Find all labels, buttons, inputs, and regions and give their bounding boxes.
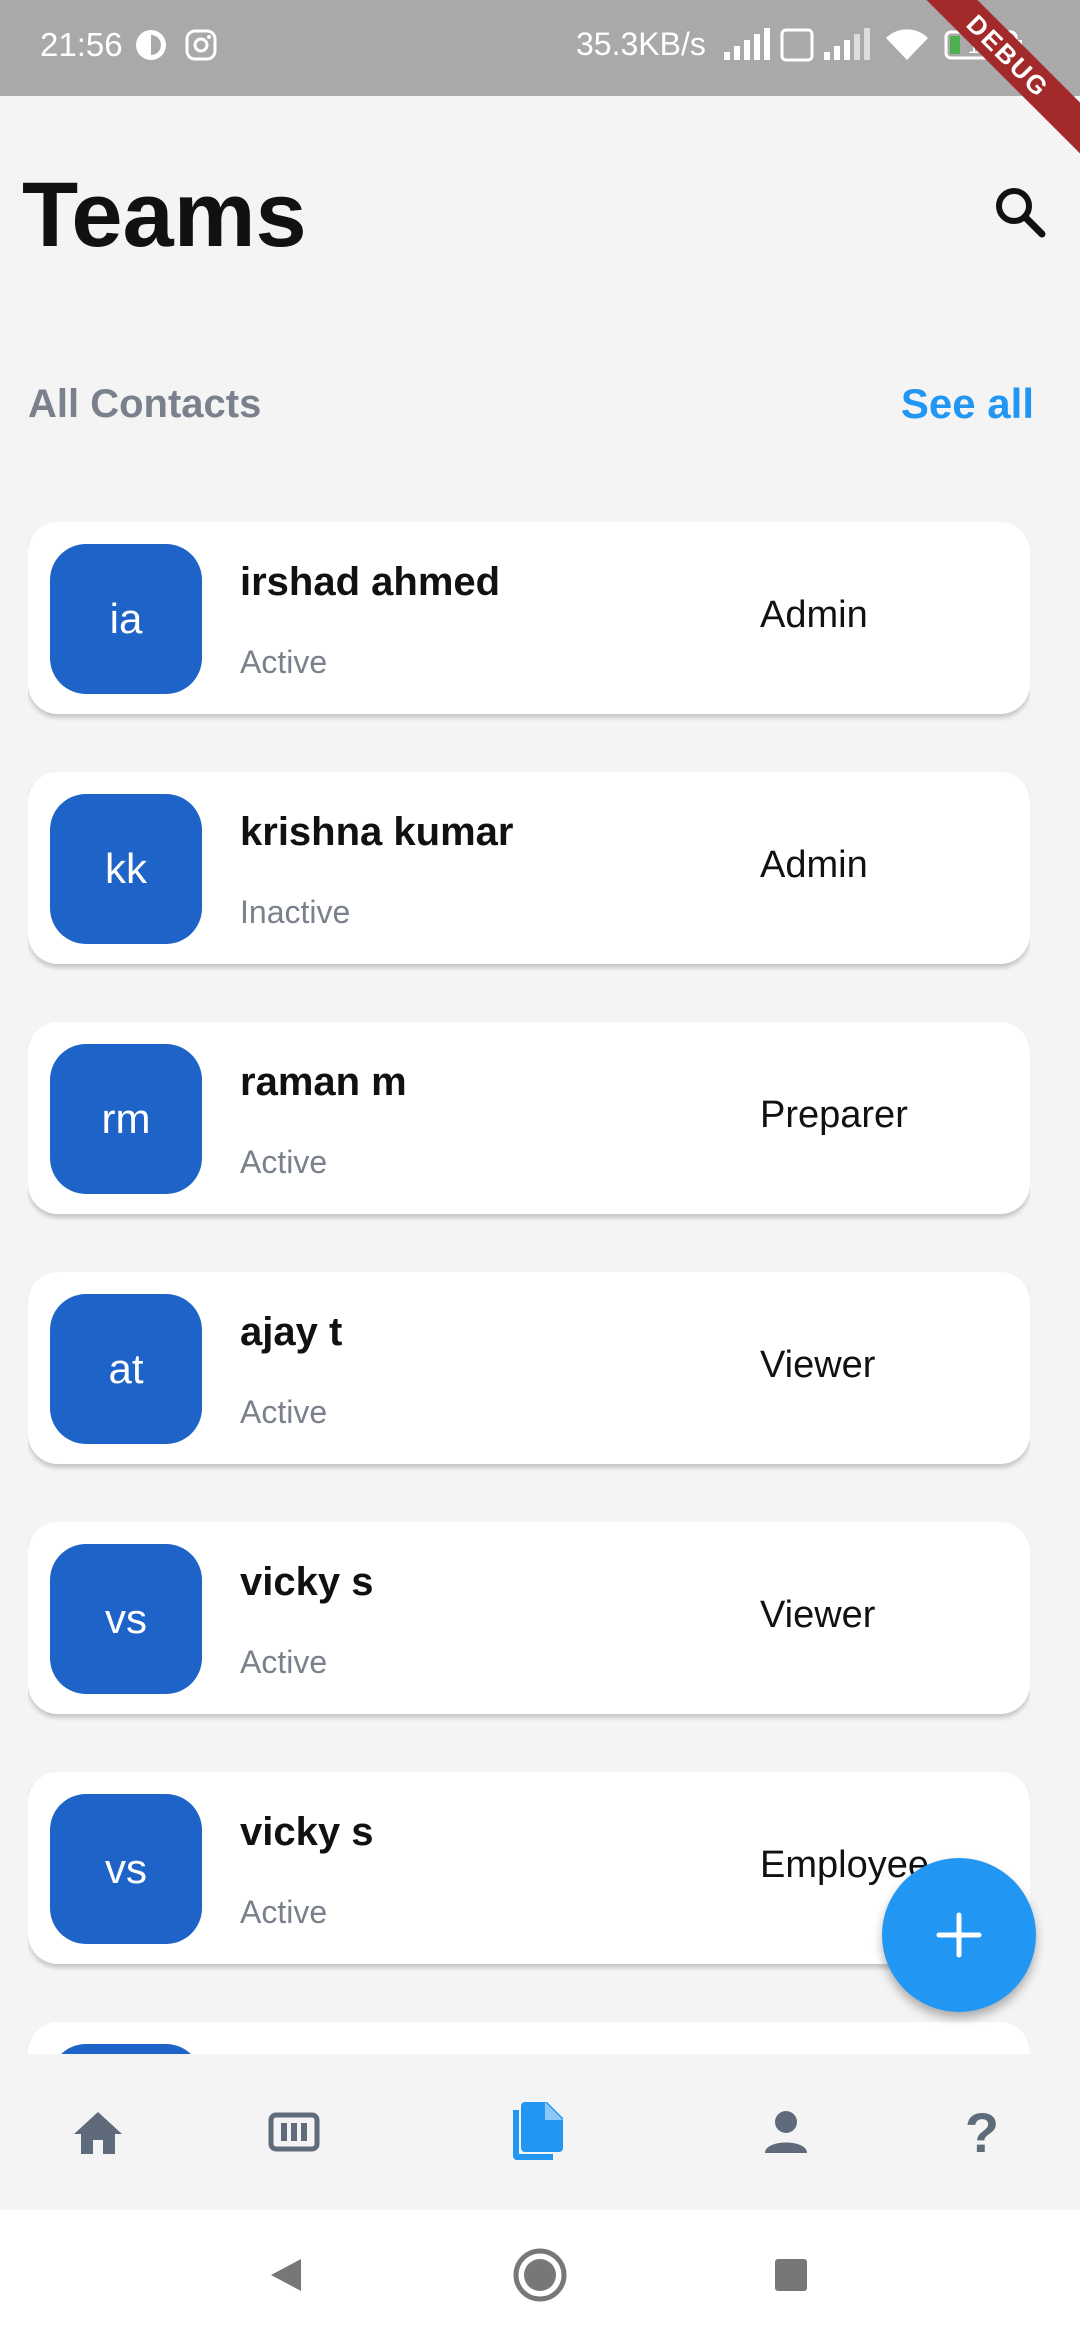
contact-role: Viewer (760, 1594, 876, 1636)
nav-dashboard[interactable] (234, 2054, 354, 2210)
debug-banner: DEBUG (903, 0, 1080, 161)
avatar: rm (50, 1044, 202, 1194)
contact-status: Inactive (240, 894, 351, 930)
contact-status: Active (240, 1894, 328, 1930)
network-speed: 35.3KB/s (576, 26, 706, 62)
plus-icon (936, 1912, 982, 1958)
contact-role: Admin (760, 844, 868, 886)
nav-profile[interactable] (726, 2054, 846, 2210)
add-contact-button[interactable] (882, 1858, 1036, 2012)
contact-card[interactable]: kk krishna kumar Inactive Admin (28, 772, 1030, 964)
recents-icon (775, 2259, 807, 2291)
avatar: kk (50, 794, 202, 944)
back-button[interactable] (250, 2240, 320, 2310)
person-icon (765, 2111, 807, 2153)
home-icon (74, 2112, 122, 2154)
search-button[interactable] (990, 182, 1050, 242)
contact-card[interactable]: ia irshad ahmed Active Admin (28, 522, 1030, 714)
instagram-icon (184, 28, 218, 67)
avatar: at (50, 1294, 202, 1444)
contact-list[interactable]: ia irshad ahmed Active Admin kk krishna … (28, 522, 1030, 2054)
page-title: Teams (22, 164, 307, 266)
contact-role: Admin (760, 594, 868, 636)
home-system-button[interactable] (505, 2240, 575, 2310)
contact-card-partial[interactable] (28, 2022, 1030, 2054)
avatar: vs (50, 1544, 202, 1694)
nav-help[interactable]: ? (922, 2054, 1042, 2210)
contact-name: krishna kumar (240, 810, 514, 854)
contact-name: vicky s (240, 1560, 374, 1604)
avatar: vs (50, 1794, 202, 1944)
bottom-nav: ? (0, 2054, 1080, 2210)
contact-role: Preparer (760, 1094, 908, 1136)
status-bar: 21:56 35.3KB/s 15 DEBUG (0, 0, 1080, 161)
home-circle-icon (513, 2248, 567, 2302)
status-time: 21:56 (40, 26, 123, 63)
contact-status: Active (240, 1644, 328, 1680)
contact-name: irshad ahmed (240, 560, 501, 604)
contact-card[interactable]: rm raman m Active Preparer (28, 1022, 1030, 1214)
help-icon: ? (964, 2100, 1000, 2164)
wifi-icon (884, 28, 930, 67)
recents-button[interactable] (756, 2240, 826, 2310)
contact-status: Active (240, 644, 328, 680)
dashboard-icon (268, 2112, 320, 2152)
documents-icon (513, 2102, 563, 2160)
avatar (50, 2044, 202, 2054)
signal-2-icon (822, 28, 872, 67)
nav-home[interactable] (38, 2054, 158, 2210)
see-all-link[interactable]: See all (901, 380, 1034, 428)
contact-card[interactable]: vs vicky s Active Employee (28, 1772, 1030, 1964)
contact-name: ajay t (240, 1310, 343, 1354)
contact-card[interactable]: at ajay t Active Viewer (28, 1272, 1030, 1464)
notification-app-icon (134, 28, 168, 67)
contact-role: Viewer (760, 1344, 876, 1386)
system-nav-bar (0, 2210, 1080, 2340)
contact-name: vicky s (240, 1810, 374, 1854)
volte-icon (780, 28, 814, 67)
contact-status: Active (240, 1394, 328, 1430)
contact-name: raman m (240, 1060, 407, 1104)
nav-documents[interactable] (478, 2054, 598, 2210)
search-icon (996, 188, 1046, 238)
avatar: ia (50, 544, 202, 694)
contact-status: Active (240, 1144, 328, 1180)
contact-card[interactable]: vs vicky s Active Viewer (28, 1522, 1030, 1714)
signal-icon (722, 28, 772, 67)
section-title: All Contacts (28, 382, 262, 426)
back-icon (271, 2259, 301, 2291)
